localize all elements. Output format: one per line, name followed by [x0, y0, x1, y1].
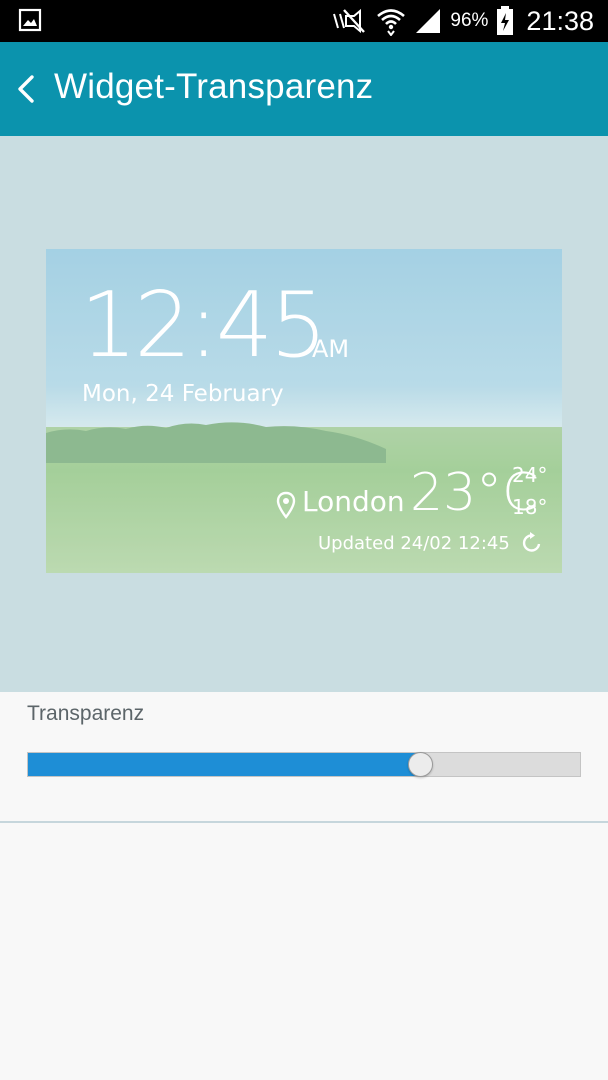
widget-city: London — [302, 485, 405, 518]
widget-ampm: AM — [312, 335, 350, 363]
widget-clock: 12:45 — [80, 273, 327, 378]
gallery-icon — [18, 8, 42, 32]
back-arrow-icon[interactable] — [12, 71, 40, 107]
page-title: Widget-Transparenz — [54, 67, 374, 106]
widget-high-temp: 24° — [512, 463, 548, 487]
slider-thumb[interactable] — [408, 752, 433, 777]
wifi-icon — [377, 9, 406, 36]
mute-icon — [333, 8, 366, 34]
widget-date: Mon, 24 February — [82, 381, 284, 407]
location-pin-icon — [276, 491, 296, 519]
widget-updated: Updated 24/02 12:45 — [318, 533, 510, 554]
battery-percent: 96% — [450, 10, 489, 31]
weather-clock-widget: 12:45 AM Mon, 24 February London 23°C 24… — [46, 249, 562, 573]
widget-low-temp: 18° — [512, 495, 548, 519]
transparency-label: Transparenz — [27, 702, 145, 725]
battery-charging-icon — [497, 6, 514, 35]
status-icons: 96% 21:38 — [330, 0, 594, 42]
app-bar: Widget-Transparenz — [0, 42, 608, 136]
transparency-slider[interactable] — [27, 752, 581, 777]
signal-icon — [416, 9, 441, 33]
widget-preview-area: 12:45 AM Mon, 24 February London 23°C 24… — [0, 136, 608, 692]
slider-fill — [28, 753, 420, 776]
divider — [0, 821, 608, 823]
status-bar: 96% 21:38 — [0, 0, 608, 42]
refresh-icon — [522, 532, 541, 552]
status-time: 21:38 — [526, 5, 594, 36]
